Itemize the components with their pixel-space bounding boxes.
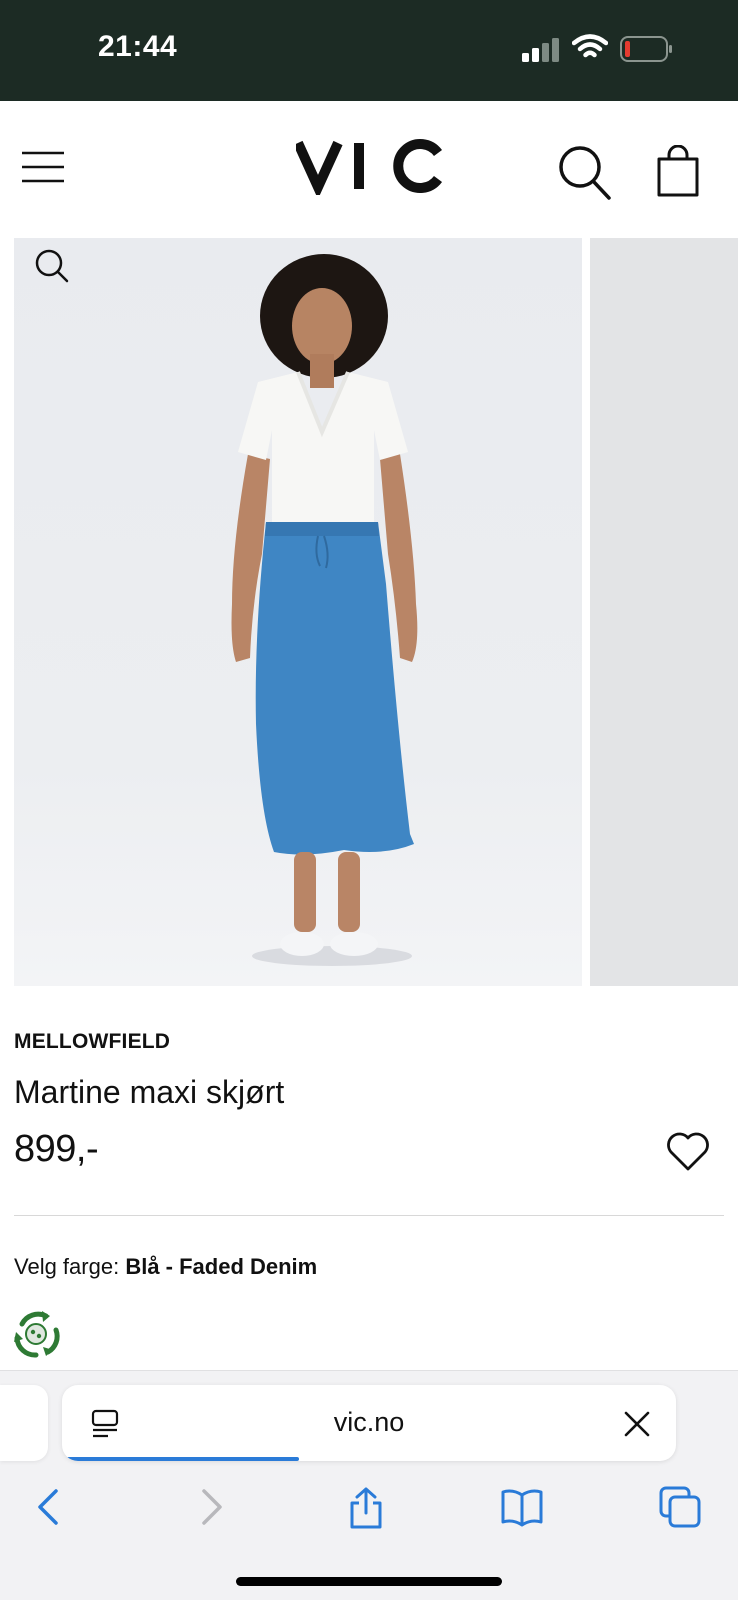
color-value: Blå - Faded Denim [125, 1254, 318, 1279]
product-brand[interactable]: MELLOWFIELD [14, 1030, 170, 1054]
search-icon[interactable] [558, 145, 612, 201]
back-icon[interactable] [28, 1485, 72, 1529]
page-load-progress [66, 1457, 300, 1461]
status-bar: 21:44 [0, 0, 738, 101]
share-icon[interactable] [344, 1485, 388, 1529]
previous-tab[interactable] [0, 1385, 48, 1461]
wifi-icon [572, 34, 608, 58]
signal-icon [522, 38, 559, 62]
heart-icon[interactable] [666, 1132, 710, 1172]
next-product-image[interactable] [590, 238, 738, 986]
color-label: Velg farge: [14, 1254, 126, 1279]
forward-icon[interactable] [188, 1485, 232, 1529]
site-header [0, 101, 738, 237]
home-indicator[interactable] [236, 1577, 502, 1586]
color-selector-label: Velg farge: Blå - Faded Denim [14, 1254, 317, 1280]
browser-toolbar: vic.no [0, 1370, 738, 1600]
address-bar[interactable]: vic.no [62, 1385, 676, 1461]
model-photo [231, 254, 418, 966]
product-gallery[interactable] [14, 238, 738, 986]
eco-recycle-icon [14, 1311, 60, 1358]
zoom-icon[interactable] [34, 248, 70, 284]
close-icon[interactable] [624, 1411, 650, 1437]
menu-icon[interactable] [20, 147, 66, 187]
product-title: Martine maxi skjørt [14, 1074, 285, 1110]
vic-logo[interactable] [296, 135, 444, 195]
status-time: 21:44 [98, 30, 178, 63]
product-image[interactable] [14, 238, 582, 986]
battery-icon [620, 36, 672, 62]
tabs-icon[interactable] [658, 1485, 702, 1529]
bookmarks-icon[interactable] [500, 1485, 544, 1529]
divider [14, 1215, 724, 1216]
shopping-bag-icon[interactable] [656, 145, 700, 197]
product-price: 899,- [14, 1128, 99, 1170]
url-text[interactable]: vic.no [62, 1407, 676, 1438]
